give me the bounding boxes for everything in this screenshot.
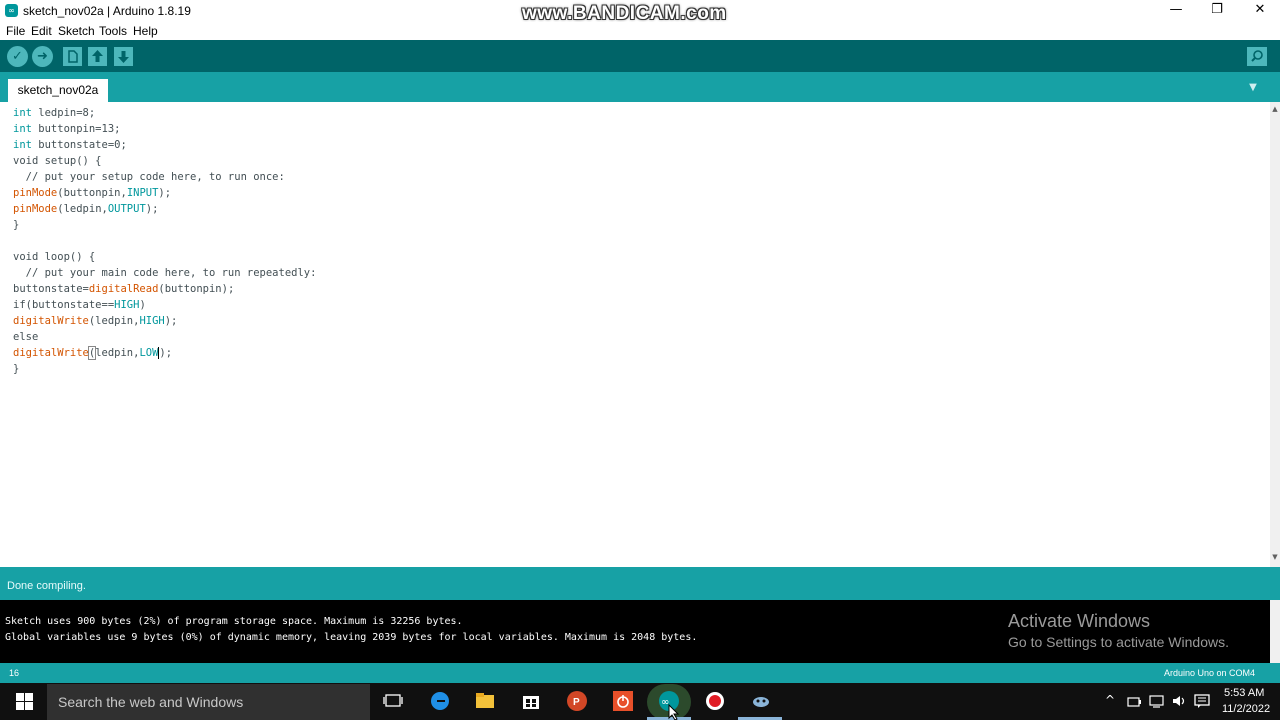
code-line: buttonstate=digitalRead(buttonpin); xyxy=(13,283,235,295)
scroll-down-arrow-icon[interactable]: ▼ xyxy=(1270,552,1280,562)
search-placeholder: Search the web and Windows xyxy=(58,694,244,710)
open-button[interactable] xyxy=(88,47,107,66)
menu-file[interactable]: File xyxy=(6,24,25,38)
code-line: } xyxy=(13,219,20,231)
tray-expand-icon[interactable]: ^ xyxy=(1105,693,1115,707)
record-icon[interactable] xyxy=(704,690,726,712)
menu-sketch[interactable]: Sketch xyxy=(58,24,95,38)
battery-icon[interactable] xyxy=(1127,696,1141,708)
minimize-button[interactable]: — xyxy=(1154,0,1198,22)
line-number: 16 xyxy=(9,668,20,678)
code-line: pinMode(ledpin,OUTPUT); xyxy=(13,203,159,215)
console-line: Sketch uses 900 bytes (2%) of program st… xyxy=(5,616,463,627)
board-info: Arduino Uno on COM4 xyxy=(1164,668,1256,678)
code-line: digitalWrite(ledpin,LOW); xyxy=(13,346,173,360)
tab-sketch[interactable]: sketch_nov02a xyxy=(8,79,108,102)
network-icon[interactable] xyxy=(1149,694,1165,708)
code-line: else xyxy=(13,331,39,343)
code-line: pinMode(buttonpin,INPUT); xyxy=(13,187,172,199)
console-scrollbar[interactable] xyxy=(1270,600,1280,663)
mouse-cursor-icon xyxy=(668,704,680,720)
verify-button[interactable]: ✓ xyxy=(7,46,28,67)
windows-start-icon[interactable] xyxy=(16,693,33,710)
editor-scrollbar[interactable] xyxy=(1270,102,1280,567)
code-line: int buttonpin=13; xyxy=(13,123,121,135)
arrow-down-icon xyxy=(118,51,129,63)
code-line: void setup() { xyxy=(13,155,102,167)
close-button[interactable]: ✕ xyxy=(1238,0,1280,22)
code-line: int buttonstate=0; xyxy=(13,139,127,151)
status-message: Done compiling. xyxy=(7,580,86,592)
code-line: digitalWrite(ledpin,HIGH); xyxy=(13,315,178,327)
check-icon: ✓ xyxy=(12,49,23,64)
footer-bar xyxy=(0,663,1280,683)
clock-time[interactable]: 5:53 AM xyxy=(1224,687,1264,699)
serial-monitor-button[interactable] xyxy=(1247,47,1267,66)
code-line: void loop() { xyxy=(13,251,96,263)
power-app-icon[interactable] xyxy=(612,690,634,712)
code-line: // put your main code here, to run repea… xyxy=(13,267,317,279)
menu-help[interactable]: Help xyxy=(133,24,158,38)
arrow-up-icon xyxy=(92,50,103,62)
arrow-right-icon: ➜ xyxy=(37,49,48,64)
save-button[interactable] xyxy=(114,47,133,66)
status-bar xyxy=(0,567,1280,600)
edge-icon[interactable] xyxy=(429,690,451,712)
new-file-icon xyxy=(68,50,78,63)
activate-windows-title: Activate Windows xyxy=(1008,611,1151,631)
code-line: if(buttonstate==HIGH) xyxy=(13,299,146,311)
scroll-up-arrow-icon[interactable]: ▲ xyxy=(1270,104,1280,114)
file-explorer-icon[interactable] xyxy=(474,690,496,712)
tab-menu-chevron-icon[interactable]: ▼ xyxy=(1244,80,1262,96)
arduino-app-icon: ∞ xyxy=(5,4,18,17)
toolbar xyxy=(0,40,1280,72)
menu-bar: File Edit Sketch Tools Help xyxy=(0,22,1280,40)
tab-row xyxy=(0,72,1280,102)
upload-button[interactable]: ➜ xyxy=(32,46,53,67)
notifications-icon[interactable] xyxy=(1194,694,1210,708)
menu-tools[interactable]: Tools xyxy=(99,24,127,38)
clock-date[interactable]: 11/2/2022 xyxy=(1222,703,1270,715)
svg-text:P: P xyxy=(573,697,580,708)
magnifier-icon xyxy=(1251,50,1263,62)
menu-edit[interactable]: Edit xyxy=(31,24,52,38)
code-line: // put your setup code here, to run once… xyxy=(13,171,285,183)
new-button[interactable] xyxy=(63,47,82,66)
store-icon[interactable] xyxy=(520,690,542,712)
maximize-button[interactable]: ❐ xyxy=(1195,0,1239,22)
code-line: } xyxy=(13,363,20,375)
powerpoint-icon[interactable]: P xyxy=(566,690,588,712)
code-editor[interactable]: int ledpin=8; int buttonpin=13; int butt… xyxy=(3,102,1270,567)
task-view-icon[interactable] xyxy=(382,690,404,712)
title-bar: ∞ sketch_nov02a | Arduino 1.8.19 www.BAN… xyxy=(0,0,1280,24)
console-line: Global variables use 9 bytes (0%) of dyn… xyxy=(5,632,698,643)
volume-icon[interactable] xyxy=(1171,694,1187,708)
window-title: sketch_nov02a | Arduino 1.8.19 xyxy=(23,4,191,18)
code-line: int ledpin=8; xyxy=(13,107,96,119)
app-icon[interactable] xyxy=(750,690,772,712)
activate-windows-subtitle: Go to Settings to activate Windows. xyxy=(1008,634,1229,650)
